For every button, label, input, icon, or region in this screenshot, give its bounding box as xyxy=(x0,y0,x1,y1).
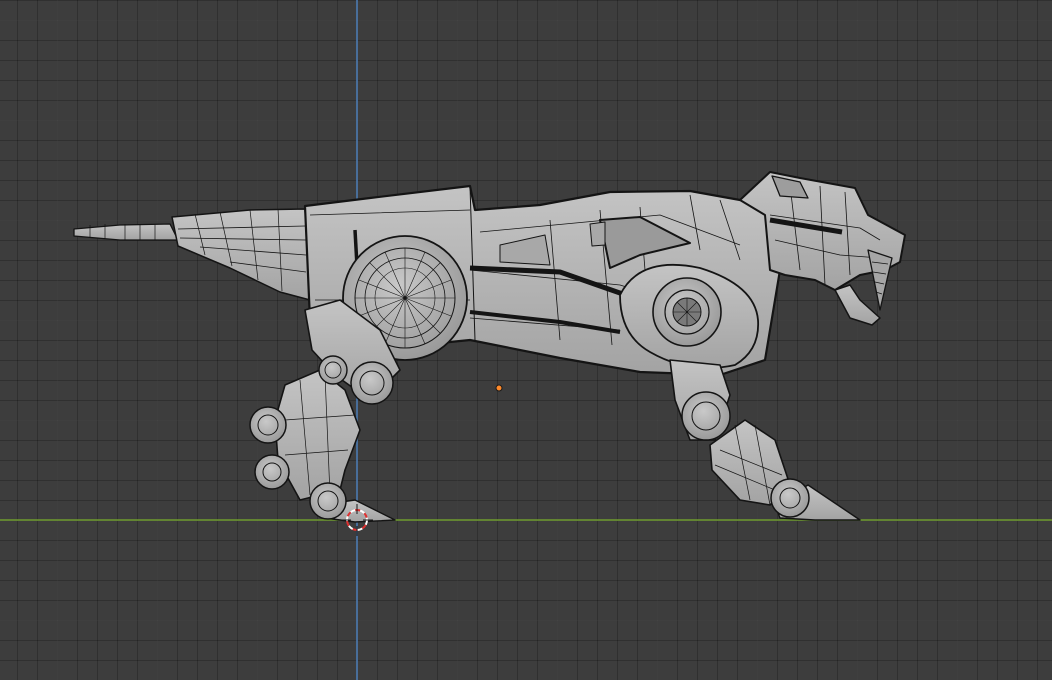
3d-viewport[interactable] xyxy=(0,0,1052,680)
front-leg[interactable] xyxy=(669,359,861,521)
tail[interactable] xyxy=(73,208,311,301)
robot-lion-model[interactable] xyxy=(73,171,906,523)
object-origin-marker[interactable] xyxy=(495,384,503,392)
viewport-canvas[interactable] xyxy=(0,0,1052,680)
